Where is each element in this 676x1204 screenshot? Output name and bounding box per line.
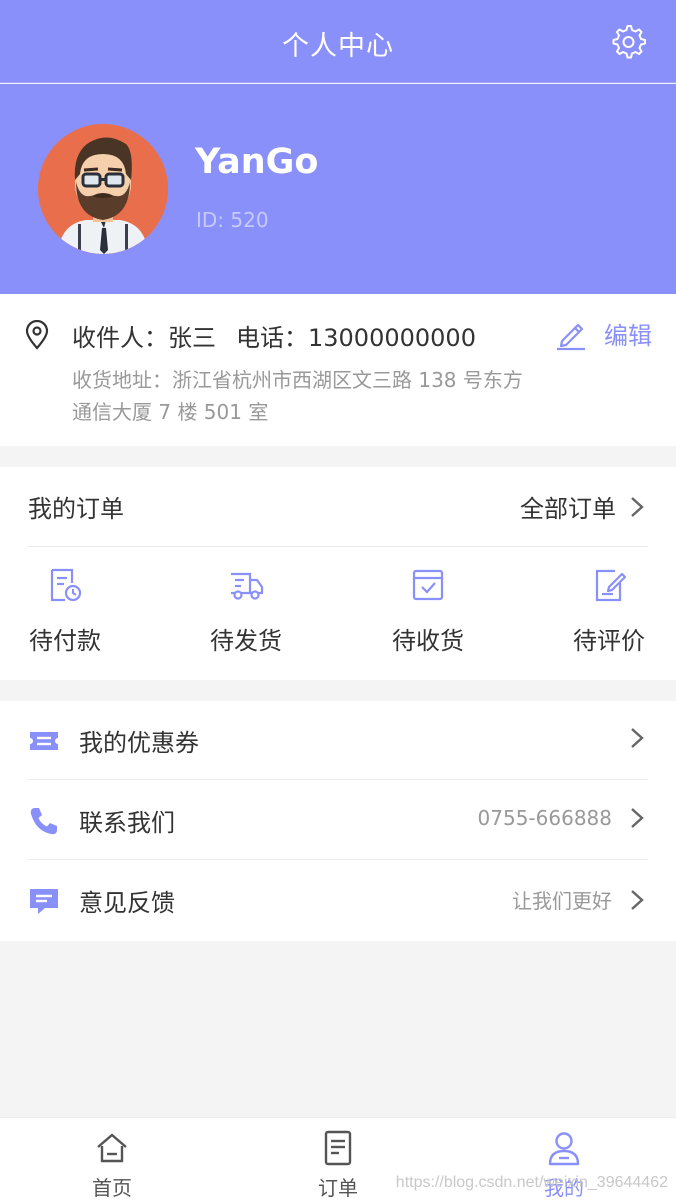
all-orders-link[interactable]: 全部订单: [520, 489, 648, 524]
avatar[interactable]: [38, 124, 168, 254]
menu-item-label: 联系我们: [79, 809, 175, 837]
menu-item-label: 意见反馈: [79, 889, 175, 917]
orders-header: 我的订单 全部订单: [28, 467, 648, 547]
truck-icon: [231, 572, 264, 600]
user-icon: [548, 1132, 580, 1166]
tab-label: 订单: [318, 1176, 358, 1200]
page-title: 个人中心: [282, 31, 394, 62]
menu-item-contact[interactable]: 联系我们 0755-666888: [28, 781, 648, 860]
pencil-icon: [557, 323, 585, 350]
menu-item-right: [612, 725, 648, 751]
menu-item-label: 我的优惠券: [79, 729, 199, 757]
recipient-phone: 电话：13000000000: [236, 324, 476, 352]
watermark-text: https://blog.csdn.net/weixin_39644462: [395, 1174, 668, 1191]
pending-payment-icon: [50, 568, 82, 602]
gear-icon[interactable]: [608, 22, 648, 62]
all-orders-label: 全部订单: [520, 495, 616, 523]
menu-item-right: 0755-666888: [478, 805, 648, 831]
menu-item-feedback[interactable]: 意见反馈 让我们更好: [28, 861, 648, 940]
chevron-right-icon: [631, 889, 644, 910]
chevron-right-icon: [631, 728, 644, 748]
ticket-icon: [30, 732, 58, 750]
menu-item-right: 让我们更好: [512, 885, 648, 914]
order-status-pending-shipment[interactable]: 待发货: [201, 567, 291, 656]
review-icon: [595, 569, 627, 602]
my-orders-card: 我的订单 全部订单 待付款 待发货 待收货 待评价: [0, 467, 676, 680]
order-status-grid: 待付款 待发货 待收货 待评价: [0, 567, 676, 667]
home-icon: [97, 1133, 127, 1163]
package-check-icon: [412, 569, 444, 601]
tab-label: 首页: [92, 1176, 132, 1200]
top-nav-bar: 个人中心: [0, 0, 676, 83]
orders-title: 我的订单: [28, 495, 124, 523]
order-status-label: 待付款: [29, 627, 101, 655]
tab-home[interactable]: 首页: [52, 1130, 172, 1201]
edit-address-button[interactable]: 编辑: [554, 316, 652, 351]
recipient-line: 收件人：张三 电话：13000000000: [72, 318, 496, 353]
order-status-pending-payment[interactable]: 待付款: [20, 567, 110, 656]
address-card[interactable]: 收件人：张三 电话：13000000000 收货地址：浙江省杭州市西湖区文三路 1…: [0, 294, 676, 446]
chevron-right-icon: [631, 808, 644, 828]
settings-menu: 我的优惠券 联系我们 0755-666888 意见反馈 让我们更好: [0, 701, 676, 941]
order-status-label: 待评价: [573, 627, 645, 655]
tab-orders[interactable]: 订单: [278, 1130, 398, 1201]
menu-item-coupons[interactable]: 我的优惠券: [28, 701, 648, 780]
avatar-illustration: [38, 124, 168, 254]
menu-item-value: 让我们更好: [512, 889, 612, 913]
address-detail: 收货地址：浙江省杭州市西湖区文三路 138 号东方通信大厦 7 楼 501 室: [72, 368, 523, 424]
profile-header: YanGo ID: 520: [0, 84, 676, 294]
location-pin-icon: [25, 320, 49, 350]
order-status-label: 待收货: [392, 627, 464, 655]
chevron-right-icon: [631, 496, 644, 517]
order-status-label: 待发货: [210, 627, 282, 655]
order-status-pending-review[interactable]: 待评价: [564, 567, 654, 656]
chat-icon: [30, 889, 58, 914]
menu-item-value: 0755-666888: [477, 806, 612, 830]
user-id: ID: 520: [196, 208, 269, 232]
phone-icon: [30, 808, 57, 835]
recipient-name: 收件人：张三: [72, 324, 216, 352]
order-status-pending-receipt[interactable]: 待收货: [383, 567, 473, 656]
document-icon: [324, 1130, 352, 1166]
username: YanGo: [195, 142, 319, 182]
edit-label: 编辑: [604, 322, 652, 350]
